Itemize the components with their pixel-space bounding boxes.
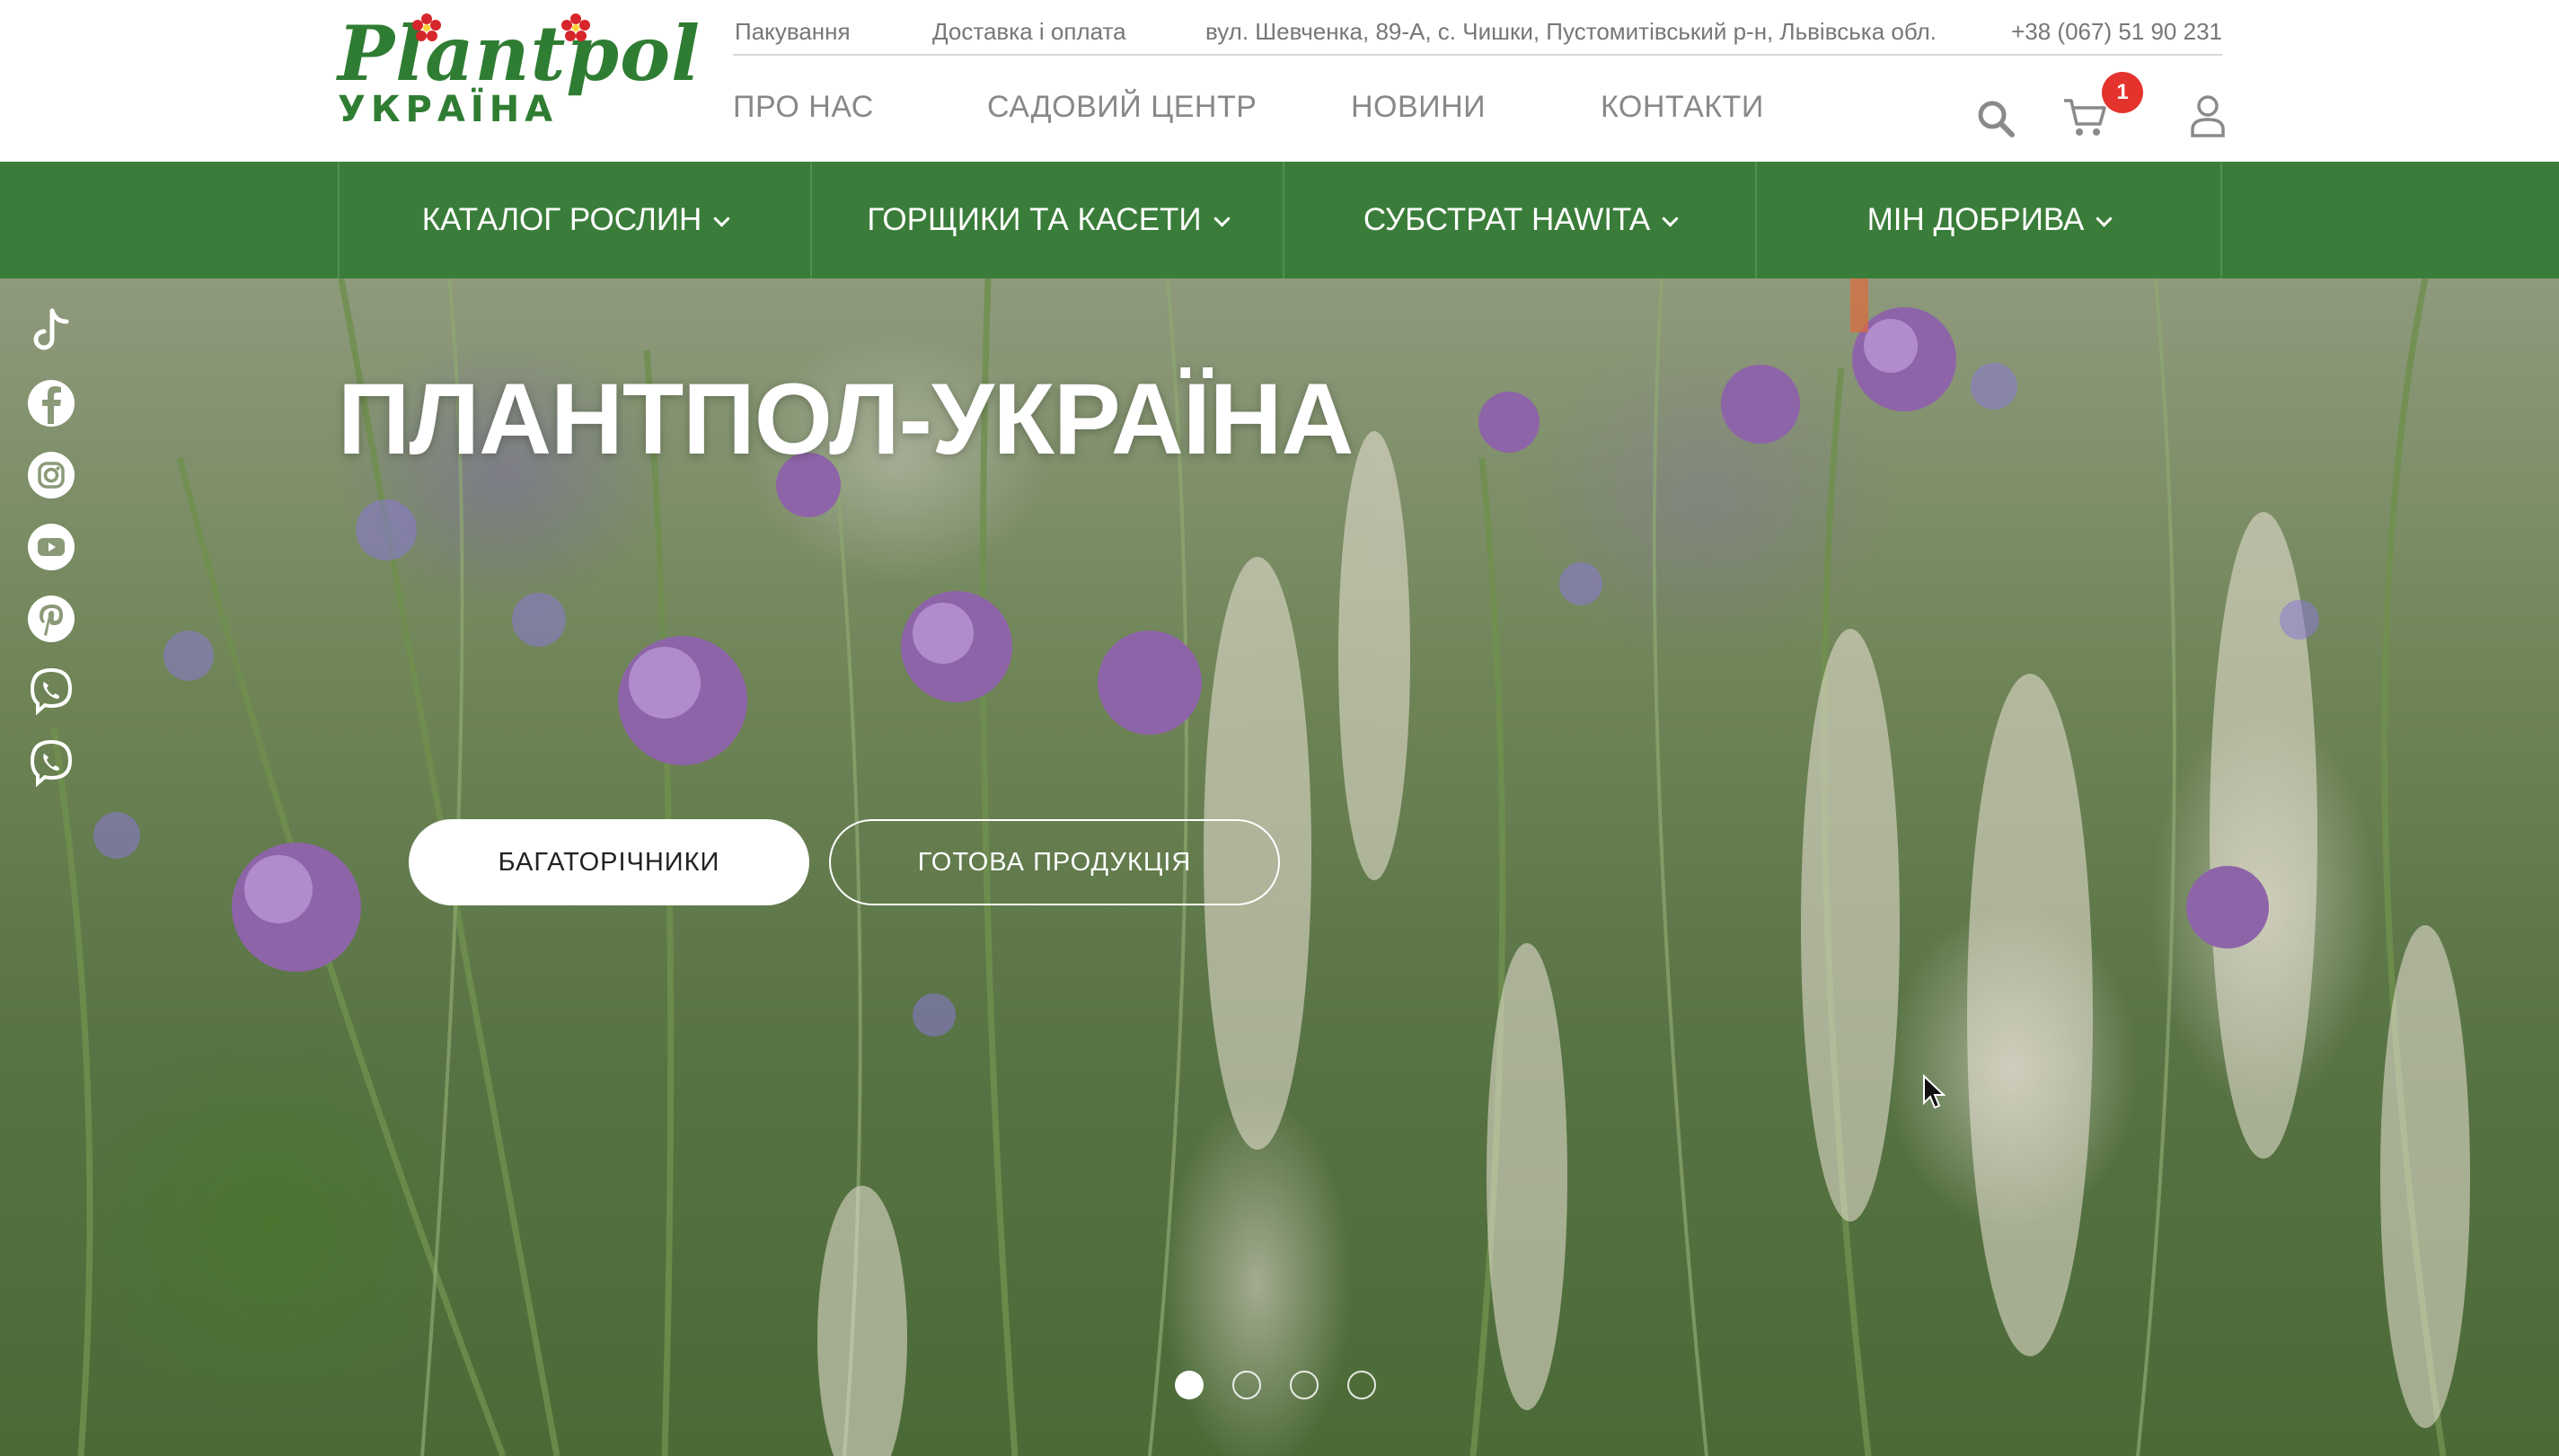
flower-icon (412, 13, 441, 41)
hero-slider: ПЛАНТПОЛ-УКРАЇНА БАГАТОРІЧНИКИ ГОТОВА ПР… (0, 278, 2559, 1456)
category-pots-cassettes[interactable]: ГОРЩИКИ ТА КАСЕТИ (810, 162, 1283, 278)
logo-word: Plantpol (338, 9, 702, 98)
category-label: СУБСТРАТ HAWITA (1363, 202, 1651, 237)
nav-garden-center[interactable]: САДОВИЙ ЦЕНТР (987, 90, 1257, 125)
category-label: КАТАЛОГ РОСЛИН (421, 202, 702, 237)
category-bar: КАТАЛОГ РОСЛИН ГОРЩИКИ ТА КАСЕТИ СУБСТРА… (0, 162, 2559, 278)
slide-dot-2[interactable] (1232, 1371, 1261, 1399)
nav-news[interactable]: НОВИНИ (1351, 90, 1486, 125)
youtube-icon[interactable] (25, 521, 77, 573)
chevron-down-icon (1213, 209, 1231, 227)
viber-icon[interactable] (25, 665, 77, 717)
viber-icon[interactable] (25, 737, 77, 789)
category-mineral-fertilizers[interactable]: МІН ДОБРИВА (1755, 162, 2222, 278)
cart-count-badge: 1 (2102, 72, 2143, 113)
pinterest-icon[interactable] (25, 593, 77, 645)
top-info-bar: Пакування Доставка і оплата вул. Шевченк… (733, 13, 2222, 56)
facebook-icon[interactable] (25, 377, 77, 429)
chevron-down-icon (713, 209, 730, 227)
phone-link[interactable]: +38 (067) 51 90 231 (2011, 18, 2222, 46)
hero-title: ПЛАНТПОЛ-УКРАЇНА (338, 363, 1354, 475)
category-label: ГОРЩИКИ ТА КАСЕТИ (867, 202, 1202, 237)
ready-products-button[interactable]: ГОТОВА ПРОДУКЦІЯ (829, 819, 1280, 905)
flower-icon (561, 13, 590, 41)
user-icon[interactable] (2190, 93, 2226, 138)
packaging-link[interactable]: Пакування (735, 18, 851, 46)
category-plants-catalog[interactable]: КАТАЛОГ РОСЛИН (338, 162, 810, 278)
site-header: Plantpol УКРАЇНА Пакування Доставка і оп… (0, 0, 2559, 162)
chevron-down-icon (1662, 209, 1679, 227)
nav-about[interactable]: ПРО НАС (733, 90, 874, 125)
plantpol-logo[interactable]: Plantpol УКРАЇНА (338, 13, 700, 130)
category-substrate-hawita[interactable]: СУБСТРАТ HAWITA (1283, 162, 1755, 278)
mouse-cursor-icon (1923, 1074, 1946, 1109)
perennials-button[interactable]: БАГАТОРІЧНИКИ (409, 819, 809, 905)
chevron-down-icon (2096, 209, 2113, 227)
category-label: МІН ДОБРИВА (1866, 202, 2085, 237)
delivery-link[interactable]: Доставка і оплата (932, 18, 1126, 46)
slide-dot-4[interactable] (1347, 1371, 1376, 1399)
logo-subtitle: УКРАЇНА (338, 89, 559, 130)
address-text: вул. Шевченка, 89-А, с. Чишки, Пустомиті… (1205, 18, 1937, 45)
tiktok-icon[interactable] (25, 305, 77, 357)
search-icon[interactable] (1976, 99, 2016, 138)
slide-dot-1[interactable] (1175, 1371, 1204, 1399)
cart-icon[interactable] (2062, 97, 2107, 138)
instagram-icon[interactable] (25, 449, 77, 501)
nav-contacts[interactable]: КОНТАКТИ (1601, 90, 1764, 125)
slide-dot-3[interactable] (1290, 1371, 1319, 1399)
